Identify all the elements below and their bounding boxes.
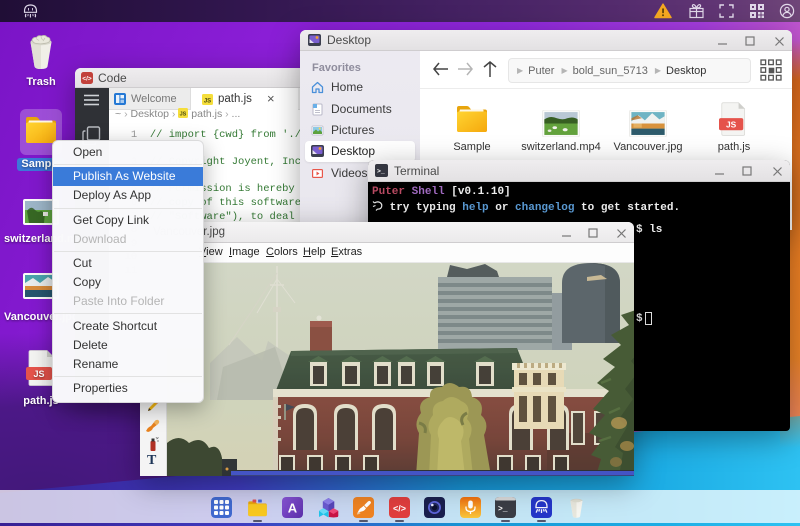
svg-text:</>: </> <box>82 75 92 82</box>
svg-text:JS: JS <box>180 112 187 118</box>
svg-text:</>: </> <box>393 504 406 514</box>
svg-text:JS: JS <box>33 369 44 379</box>
svg-text:A: A <box>288 501 298 516</box>
svg-text:>_: >_ <box>377 168 385 175</box>
svg-text:JS: JS <box>204 98 211 104</box>
svg-text:>_: >_ <box>498 505 508 514</box>
svg-text:JS: JS <box>726 119 737 129</box>
